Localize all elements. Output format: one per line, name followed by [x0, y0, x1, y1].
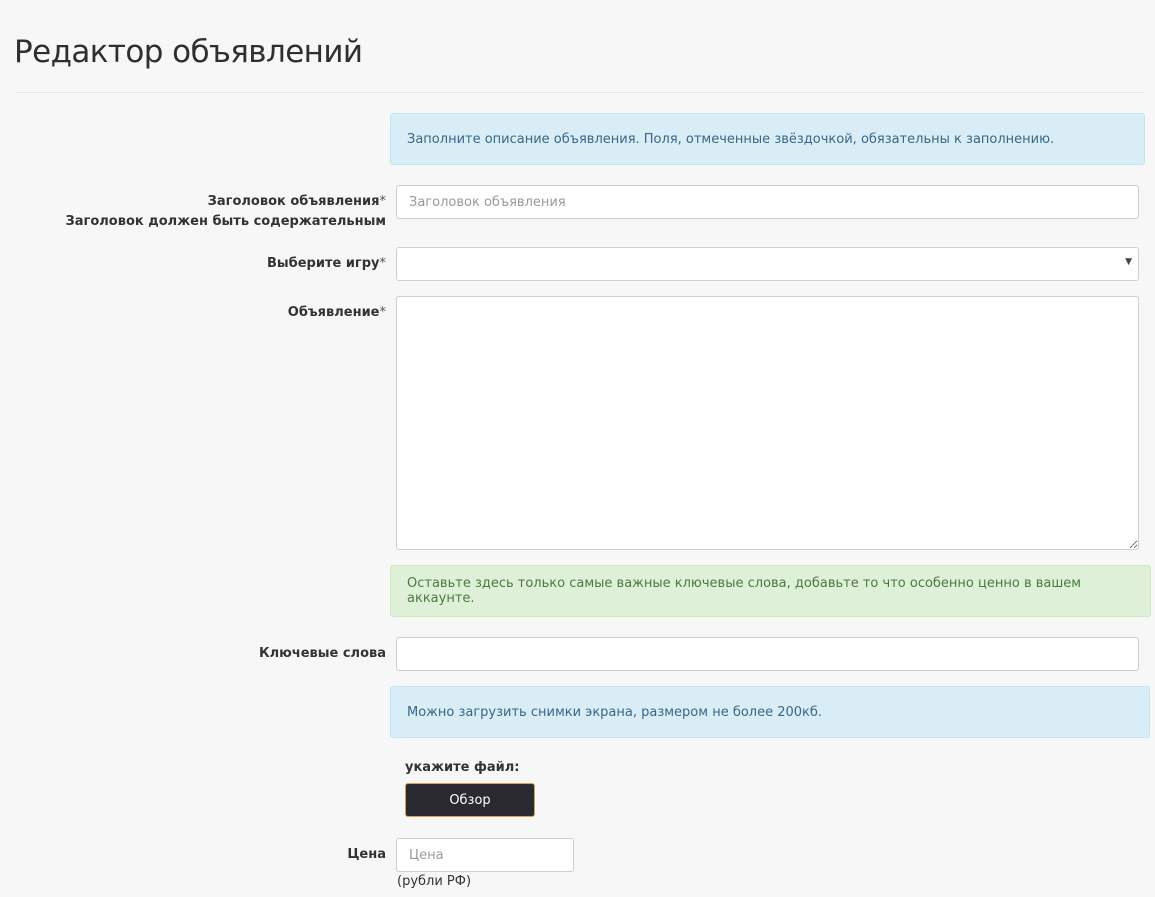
- upload-alert: Можно загрузить снимки экрана, размером …: [390, 686, 1150, 738]
- title-label: Заголовок объявления: [207, 194, 380, 209]
- game-select[interactable]: ▼: [396, 247, 1139, 281]
- required-marker: *: [379, 256, 387, 271]
- title-divider: [15, 92, 1145, 93]
- intro-alert-text: Заполните описание объявления. Поля, отм…: [407, 131, 1055, 147]
- page-title: Редактор объявлений: [14, 34, 363, 70]
- browse-button[interactable]: Обзор: [405, 783, 535, 817]
- ad-textarea[interactable]: [396, 296, 1139, 550]
- title-label-group: Заголовок объявления* Заголовок должен б…: [66, 192, 386, 232]
- price-label: Цена: [347, 847, 386, 862]
- title-input[interactable]: [396, 185, 1139, 219]
- price-help-text: (рубли РФ): [397, 874, 472, 889]
- keywords-label: Ключевые слова: [258, 646, 386, 661]
- intro-alert: Заполните описание объявления. Поля, отм…: [390, 113, 1145, 165]
- title-sublabel: Заголовок должен быть содержательным: [65, 214, 386, 229]
- price-input[interactable]: [396, 838, 574, 872]
- keywords-alert-text: Оставьте здесь только самые важные ключе…: [407, 576, 1082, 606]
- keywords-alert: Оставьте здесь только самые важные ключе…: [390, 565, 1151, 617]
- required-marker: *: [379, 194, 387, 209]
- ad-label: Объявление: [287, 305, 380, 320]
- game-label-group: Выберите игру*: [267, 254, 386, 274]
- required-marker: *: [379, 305, 387, 320]
- game-label: Выберите игру: [266, 256, 380, 271]
- ad-label-group: Объявление*: [288, 303, 386, 323]
- caret-down-icon: ▼: [1125, 257, 1132, 267]
- keywords-input[interactable]: [396, 637, 1139, 671]
- upload-alert-text: Можно загрузить снимки экрана, размером …: [407, 704, 823, 720]
- game-select-box[interactable]: [396, 247, 1139, 281]
- file-label: укажите файл:: [405, 760, 520, 775]
